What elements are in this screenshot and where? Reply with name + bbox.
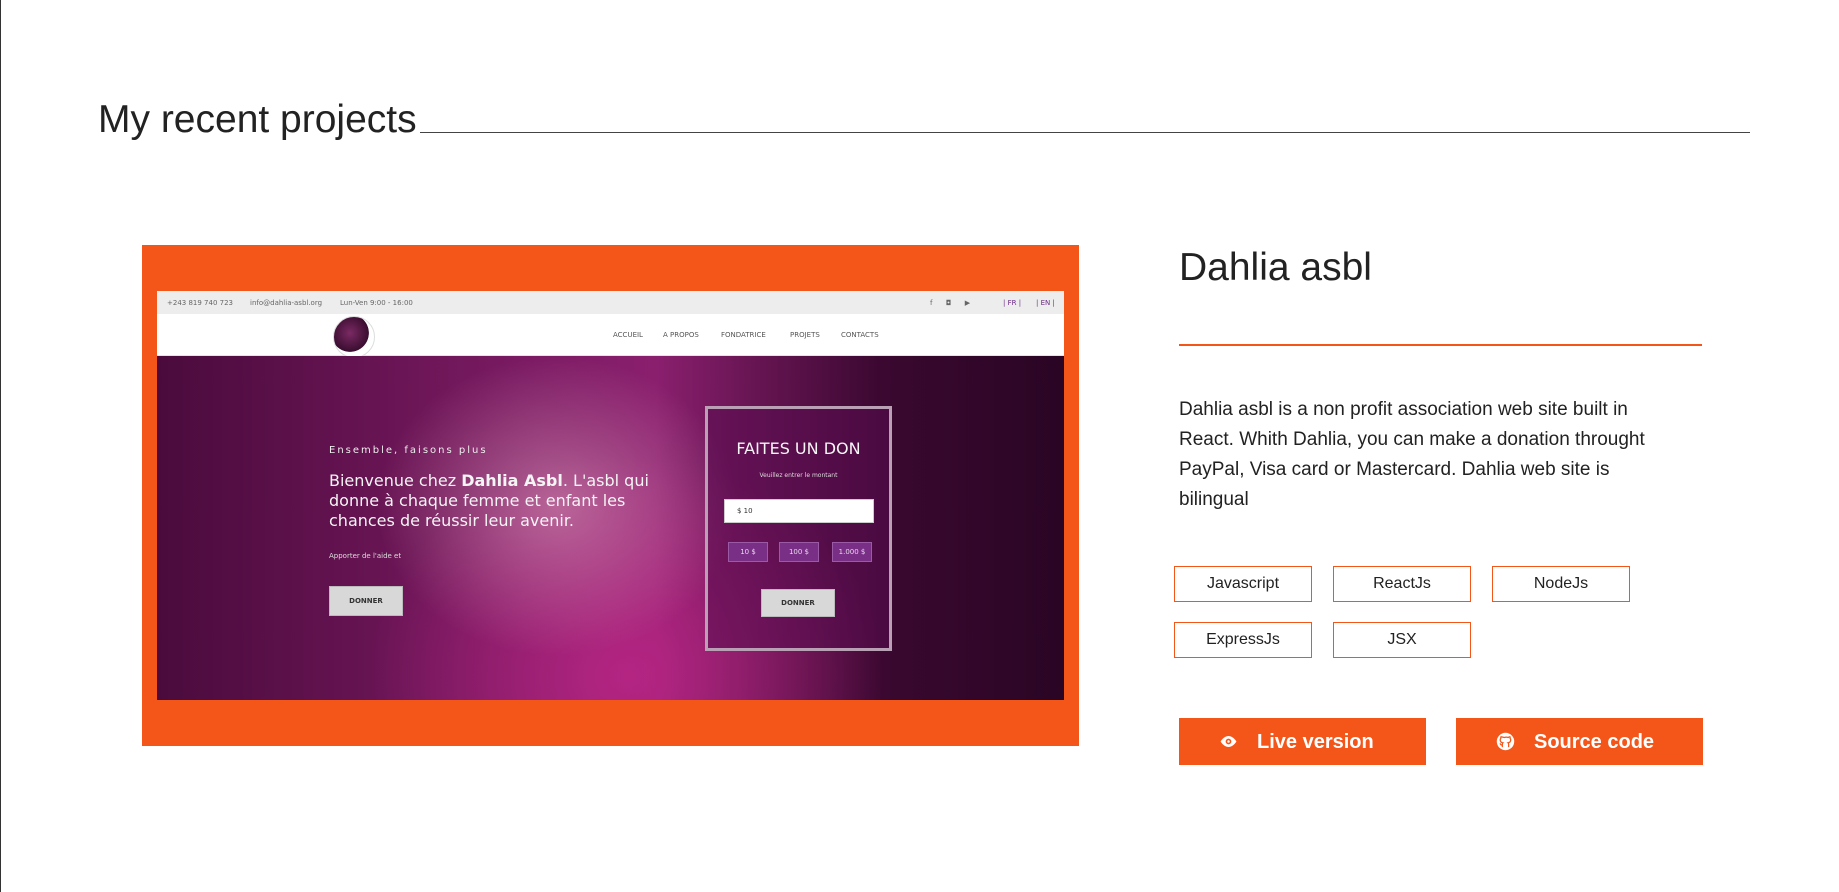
live-version-label: Live version: [1257, 731, 1374, 753]
screenshot-topbar: +243 819 740 723 info@dahlia-asbl.org Lu…: [157, 291, 1064, 314]
eye-icon: [1220, 735, 1237, 748]
screenshot-phone: +243 819 740 723: [167, 299, 233, 307]
section-title-divider: [420, 132, 1750, 133]
screenshot-nav-item: ACCUEIL: [613, 331, 643, 339]
screenshot-donation-button: DONNER: [761, 589, 835, 617]
screenshot-donation-subtitle: Veuillez entrer le montant: [759, 472, 838, 479]
source-code-label: Source code: [1534, 731, 1655, 753]
project-screenshot: +243 819 740 723 info@dahlia-asbl.org Lu…: [157, 291, 1064, 700]
screenshot-lang-fr: | FR |: [1003, 299, 1022, 307]
screenshot-hero-headline: Bienvenue chez Dahlia Asbl. L'asbl qui d…: [329, 471, 649, 530]
screenshot-hero-small: Apporter de l'aide et: [329, 552, 402, 560]
project-screenshot-frame: +243 819 740 723 info@dahlia-asbl.org Lu…: [142, 245, 1079, 746]
tech-tag: JSX: [1333, 622, 1471, 658]
section-title: My recent projects: [98, 98, 417, 141]
tech-tag: Javascript: [1174, 566, 1312, 602]
screenshot-hero: Ensemble, faisons plus Bienvenue chez Da…: [157, 356, 1064, 700]
github-icon: [1496, 732, 1515, 751]
section-header: My recent projects: [98, 98, 1750, 148]
screenshot-hours: Lun-Ven 9:00 - 16:00: [340, 299, 413, 307]
screenshot-donation-input: $ 10: [724, 499, 874, 523]
screenshot-amount-option: 10 $: [728, 542, 768, 562]
tech-tag: NodeJs: [1492, 566, 1630, 602]
screenshot-amount-option: 100 $: [779, 542, 819, 562]
tech-tag: ReactJs: [1333, 566, 1471, 602]
screenshot-donation-title: FAITES UN DON: [736, 439, 861, 458]
screenshot-nav-item: PROJETS: [790, 331, 820, 339]
screenshot-nav-item: FONDATRICE: [721, 331, 766, 339]
screenshot-hero-button: DONNER: [329, 586, 403, 616]
screenshot-nav-item: A PROPOS: [663, 331, 699, 339]
screenshot-amount-option: 1.000 $: [832, 542, 872, 562]
live-version-button[interactable]: Live version: [1179, 718, 1426, 765]
source-code-button[interactable]: Source code: [1456, 718, 1703, 765]
screenshot-nav: ACCUEIL A PROPOS FONDATRICE PROJETS CONT…: [157, 314, 1064, 358]
left-border: [0, 0, 1, 892]
screenshot-lang-en: | EN |: [1036, 299, 1055, 307]
screenshot-email: info@dahlia-asbl.org: [250, 299, 323, 307]
screenshot-hero-kicker: Ensemble, faisons plus: [329, 445, 488, 456]
screenshot-donation-box: FAITES UN DON Veuillez entrer le montant…: [705, 406, 892, 651]
screenshot-social-icons: f ◘ ▶: [930, 299, 971, 307]
screenshot-nav-item: CONTACTS: [841, 331, 879, 339]
screenshot-logo: [333, 316, 375, 358]
project-title: Dahlia asbl: [1179, 246, 1372, 289]
project-title-divider: [1179, 344, 1702, 346]
tech-tag: ExpressJs: [1174, 622, 1312, 658]
project-description: Dahlia asbl is a non profit association …: [1179, 399, 1645, 510]
